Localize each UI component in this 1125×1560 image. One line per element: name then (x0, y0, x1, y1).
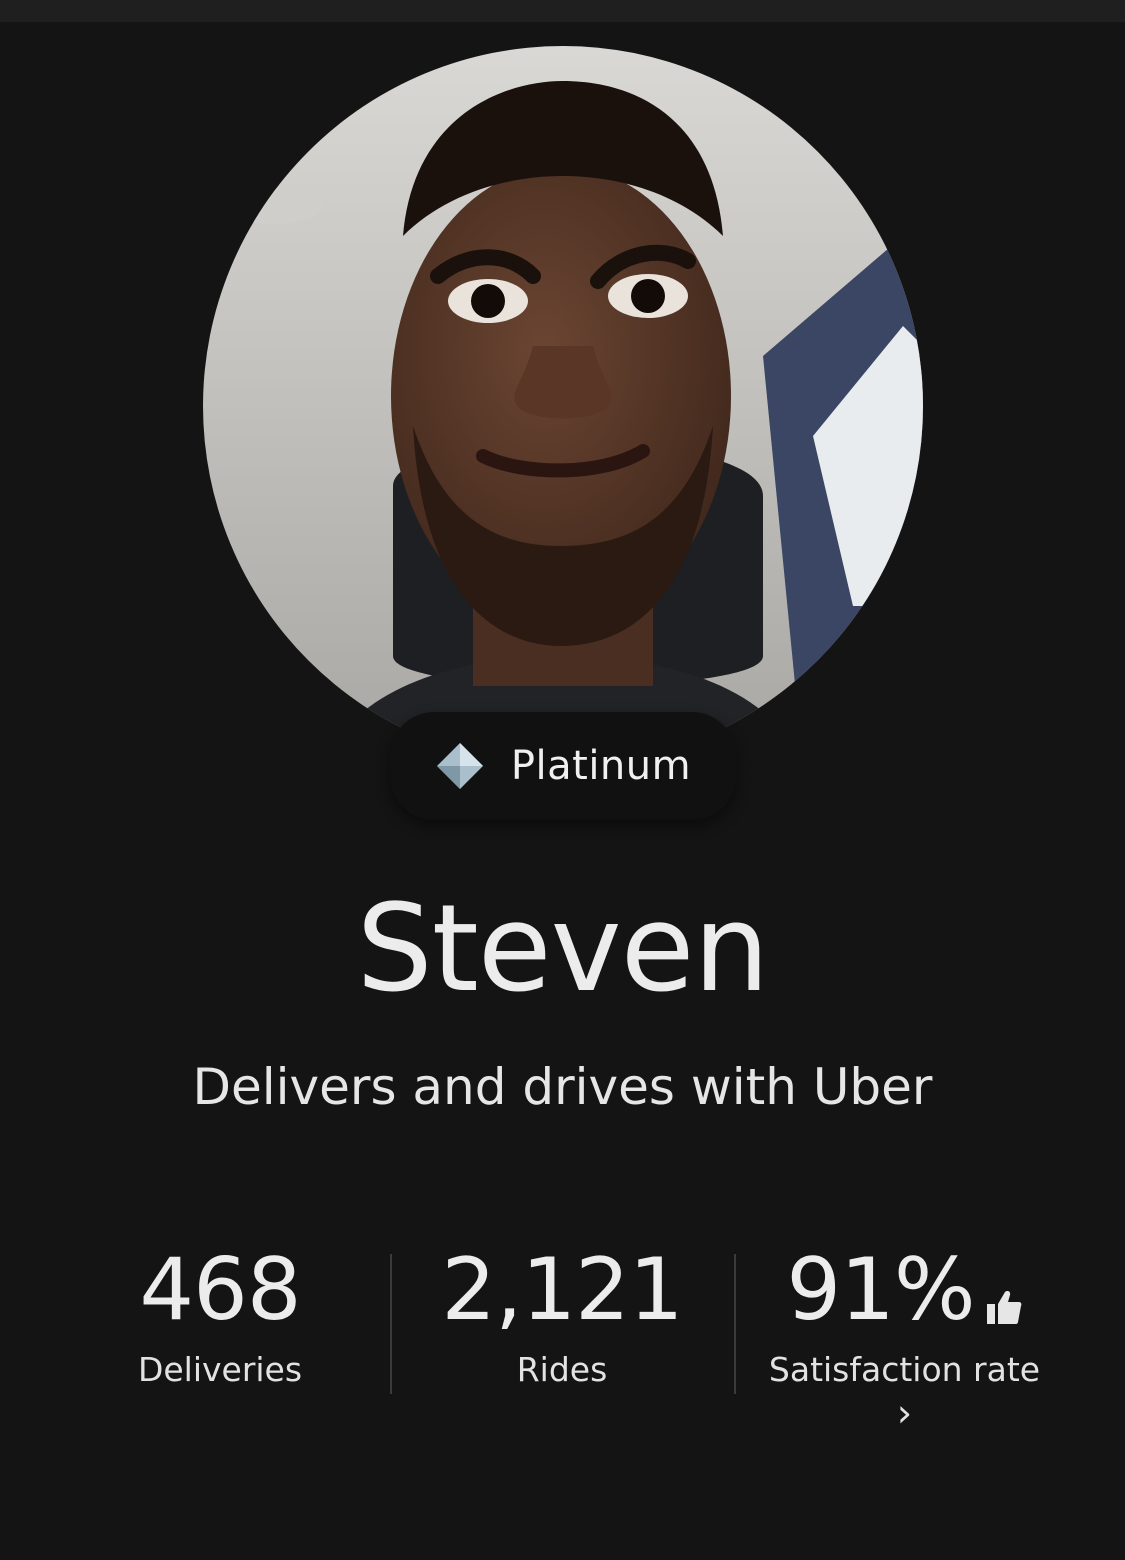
tier-label: Platinum (510, 743, 692, 789)
diamond-icon (436, 743, 483, 789)
deliveries-value: 468 (139, 1240, 301, 1340)
profile-name: Steven (356, 880, 770, 1019)
satisfaction-label: Satisfaction rate (768, 1350, 1041, 1389)
stat-divider (734, 1254, 736, 1394)
stat-satisfaction[interactable]: 91% Satisfaction rate › (734, 1240, 1075, 1440)
stats-row: 468 Deliveries 2,121 Rides 91% Satisfact… (50, 1240, 1075, 1440)
rides-value: 2,121 (441, 1240, 683, 1340)
rides-label: Rides (516, 1350, 608, 1389)
profile-avatar (203, 46, 923, 766)
satisfaction-value: 91% (786, 1240, 975, 1340)
tier-badge: Platinum (390, 712, 736, 820)
stat-divider (390, 1254, 392, 1394)
chevron-right-icon[interactable]: › (734, 1391, 1075, 1435)
status-bar-strip (0, 0, 1125, 22)
stat-deliveries: 468 Deliveries (50, 1240, 390, 1440)
profile-subtitle: Delivers and drives with Uber (192, 1058, 933, 1116)
stat-rides: 2,121 Rides (390, 1240, 734, 1440)
satisfaction-value-row: 91% (734, 1240, 1075, 1340)
deliveries-label: Deliveries (137, 1350, 303, 1389)
thumbs-up-icon (986, 1291, 1021, 1324)
